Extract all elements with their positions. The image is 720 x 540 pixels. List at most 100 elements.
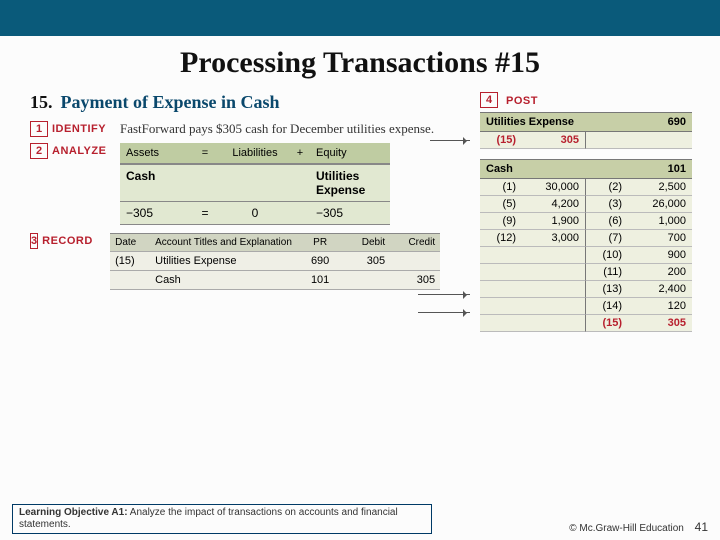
problem-heading: 15. Payment of Expense in Cash bbox=[30, 92, 440, 113]
ledger-row: (11)200 bbox=[480, 264, 692, 281]
arrow-icon bbox=[418, 294, 470, 295]
ledger-debit bbox=[522, 298, 586, 315]
analyze-sub-asset: Cash bbox=[120, 164, 190, 202]
footer: Learning Objective A1: Analyze the impac… bbox=[12, 504, 708, 534]
ledger-debit: 305 bbox=[522, 132, 586, 149]
step-box-4: 4 bbox=[480, 92, 498, 108]
journal-r2-dr bbox=[340, 271, 390, 290]
journal-r2-pr: 101 bbox=[300, 271, 340, 290]
analyze-sub-sp3 bbox=[290, 164, 310, 202]
ledger-ref: (14) bbox=[586, 298, 628, 315]
ledger-credit: 305 bbox=[628, 315, 692, 332]
ledger-debit bbox=[522, 281, 586, 298]
journal-r1-cr bbox=[390, 252, 440, 271]
step-box-2: 2 bbox=[30, 143, 48, 159]
ledger-debit: 4,200 bbox=[522, 196, 586, 213]
ledger-debit bbox=[522, 315, 586, 332]
analyze-hdr-liab: Liabilities bbox=[220, 143, 290, 164]
journal-hdr-debit: Debit bbox=[340, 234, 390, 252]
analyze-sub-sp1 bbox=[190, 164, 220, 202]
ledger-debit: 1,900 bbox=[522, 213, 586, 230]
page-number: 41 bbox=[695, 520, 708, 534]
lo-label: Learning Objective A1: bbox=[19, 507, 128, 518]
analyze-sub-equity: Utilities Expense bbox=[310, 164, 390, 202]
journal-table: Date Account Titles and Explanation PR D… bbox=[110, 233, 440, 290]
ledger-row: (10)900 bbox=[480, 247, 692, 264]
ledger-row: (14)120 bbox=[480, 298, 692, 315]
right-column: 4 POST Utilities Expense 690 (15)305 Cas… bbox=[480, 92, 692, 342]
step-record: 3 RECORD Date Account Titles and Explana… bbox=[30, 233, 440, 290]
ledger-debit bbox=[522, 264, 586, 281]
arrow-icon bbox=[418, 312, 470, 313]
analyze-hdr-plus: + bbox=[290, 143, 310, 164]
ledger-credit: 200 bbox=[628, 264, 692, 281]
ledger-ref bbox=[480, 281, 522, 298]
analyze-val-eq: = bbox=[190, 202, 220, 225]
ledger-ref: (9) bbox=[480, 213, 522, 230]
learning-objective: Learning Objective A1: Analyze the impac… bbox=[12, 504, 432, 534]
ledger-utilities-title: Utilities Expense bbox=[480, 113, 648, 131]
ledger-cash-acctno: 101 bbox=[648, 160, 692, 178]
ledger-credit bbox=[628, 132, 692, 149]
identify-text: FastForward pays $305 cash for December … bbox=[120, 121, 440, 137]
ledger-utilities-acctno: 690 bbox=[648, 113, 692, 131]
step-label-identify: IDENTIFY bbox=[52, 121, 110, 135]
journal-r1-acct: Utilities Expense bbox=[150, 252, 300, 271]
ledger-debit: 3,000 bbox=[522, 230, 586, 247]
ledger-row: (15)305 bbox=[480, 132, 692, 149]
ledger-ref: (11) bbox=[586, 264, 628, 281]
arrow-icon bbox=[430, 140, 470, 141]
journal-hdr-credit: Credit bbox=[390, 234, 440, 252]
ledger-ref: (15) bbox=[480, 132, 522, 149]
ledger-credit: 1,000 bbox=[628, 213, 692, 230]
content-area: 15. Payment of Expense in Cash 1 IDENTIF… bbox=[0, 86, 720, 496]
journal-r2-acct: Cash bbox=[150, 271, 300, 290]
analyze-val-liab: 0 bbox=[220, 202, 290, 225]
ledger-ref: (12) bbox=[480, 230, 522, 247]
ledger-ref: (1) bbox=[480, 179, 522, 196]
ledger-ref bbox=[586, 132, 628, 149]
step-analyze: 2 ANALYZE Assets = Liabilities + Equity … bbox=[30, 143, 440, 225]
ledger-row: (5)4,200(3)26,000 bbox=[480, 196, 692, 213]
ledger-ref: (7) bbox=[586, 230, 628, 247]
journal-hdr-acct: Account Titles and Explanation bbox=[150, 234, 300, 252]
analyze-hdr-equity: Equity bbox=[310, 143, 390, 164]
ledger-ref bbox=[480, 315, 522, 332]
ledger-cash-title: Cash bbox=[480, 160, 648, 178]
step-box-1: 1 bbox=[30, 121, 48, 137]
ledger-credit: 700 bbox=[628, 230, 692, 247]
ledger-ref: (3) bbox=[586, 196, 628, 213]
journal-row-1: (15) Utilities Expense 690 305 bbox=[110, 252, 440, 271]
problem-title: Payment of Expense in Cash bbox=[61, 92, 280, 113]
ledger-utilities: Utilities Expense 690 (15)305 bbox=[480, 112, 692, 149]
ledger-row: (15)305 bbox=[480, 315, 692, 332]
step-label-analyze: ANALYZE bbox=[52, 143, 110, 157]
ledger-ref bbox=[480, 264, 522, 281]
analyze-hdr-assets: Assets bbox=[120, 143, 190, 164]
copyright: © Mc.Graw-Hill Education bbox=[569, 523, 684, 534]
analyze-hdr-eq: = bbox=[190, 143, 220, 164]
footer-right: © Mc.Graw-Hill Education 41 bbox=[569, 520, 708, 534]
ledger-ref: (6) bbox=[586, 213, 628, 230]
ledger-ref: (15) bbox=[586, 315, 628, 332]
journal-r2-cr: 305 bbox=[390, 271, 440, 290]
step-post: 4 POST bbox=[480, 92, 692, 108]
ledger-row: (13)2,400 bbox=[480, 281, 692, 298]
journal-r2-date bbox=[110, 271, 150, 290]
ledger-ref bbox=[480, 247, 522, 264]
ledger-credit: 2,500 bbox=[628, 179, 692, 196]
slide-title: Processing Transactions #15 bbox=[0, 46, 720, 80]
ledger-debit bbox=[522, 247, 586, 264]
ledger-credit: 120 bbox=[628, 298, 692, 315]
step-identify: 1 IDENTIFY FastForward pays $305 cash fo… bbox=[30, 121, 440, 137]
left-column: 15. Payment of Expense in Cash 1 IDENTIF… bbox=[30, 92, 440, 296]
problem-number: 15. bbox=[30, 92, 53, 113]
title-bar bbox=[0, 0, 720, 36]
journal-hdr-date: Date bbox=[110, 234, 150, 252]
ledger-row: (1)30,000(2)2,500 bbox=[480, 179, 692, 196]
step-box-3: 3 bbox=[30, 233, 38, 249]
ledger-ref: (5) bbox=[480, 196, 522, 213]
ledger-row: (12)3,000(7)700 bbox=[480, 230, 692, 247]
journal-r1-pr: 690 bbox=[300, 252, 340, 271]
journal-r1-date: (15) bbox=[110, 252, 150, 271]
